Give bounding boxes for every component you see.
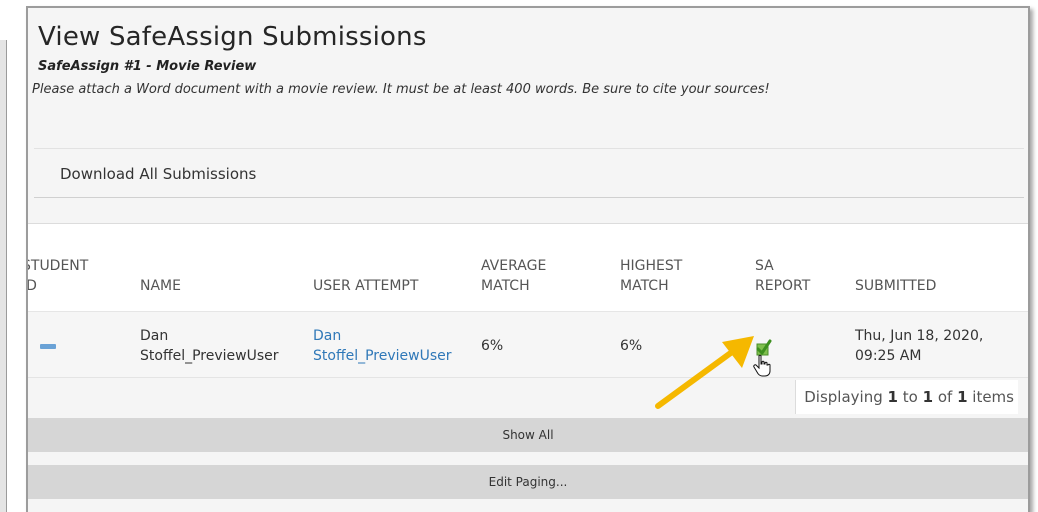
column-header-student-id[interactable]: STUDENT ID <box>28 256 88 296</box>
cell-average-match: 6% <box>481 338 504 354</box>
column-header-average-match[interactable]: AVERAGE MATCH <box>481 256 546 296</box>
cell-submitted: Thu, Jun 18, 2020, 09:25 AM <box>855 328 984 364</box>
table-row: Dan Stoffel_PreviewUser Dan Stoffel_Prev… <box>28 312 1028 378</box>
page-header: View SafeAssign Submissions SafeAssign #… <box>28 8 1028 148</box>
cell-name: Dan Stoffel_PreviewUser <box>140 328 279 364</box>
left-edge-border <box>0 40 7 512</box>
page-title: View SafeAssign Submissions <box>38 22 427 52</box>
column-header-sa-report[interactable]: SA REPORT <box>755 256 810 296</box>
edit-paging-button[interactable]: Edit Paging... <box>28 465 1028 499</box>
column-header-user-attempt[interactable]: USER ATTEMPT <box>313 276 418 296</box>
submissions-table: STUDENT ID NAME USER ATTEMPT AVERAGE MAT… <box>28 224 1028 378</box>
user-attempt-link[interactable]: Dan Stoffel_PreviewUser <box>313 326 452 366</box>
column-header-highest-match[interactable]: HIGHEST MATCH <box>620 256 682 296</box>
minus-icon <box>40 344 56 349</box>
action-bar: Download All Submissions <box>34 148 1024 198</box>
assignment-name: SafeAssign #1 - Movie Review <box>38 59 257 74</box>
assignment-instructions: Please attach a Word document with a mov… <box>32 82 770 97</box>
cell-highest-match: 6% <box>620 338 643 354</box>
arrow-icon <box>655 336 754 409</box>
column-header-name[interactable]: NAME <box>140 276 181 296</box>
table-header: STUDENT ID NAME USER ATTEMPT AVERAGE MAT… <box>28 224 1028 312</box>
safeassign-panel: View SafeAssign Submissions SafeAssign #… <box>26 6 1030 512</box>
column-header-submitted[interactable]: SUBMITTED <box>855 276 936 296</box>
show-all-button[interactable]: Show All <box>28 418 1028 452</box>
paging-summary: Displaying 1 to 1 of 1 items <box>795 380 1018 414</box>
download-all-submissions-button[interactable]: Download All Submissions <box>60 165 256 183</box>
